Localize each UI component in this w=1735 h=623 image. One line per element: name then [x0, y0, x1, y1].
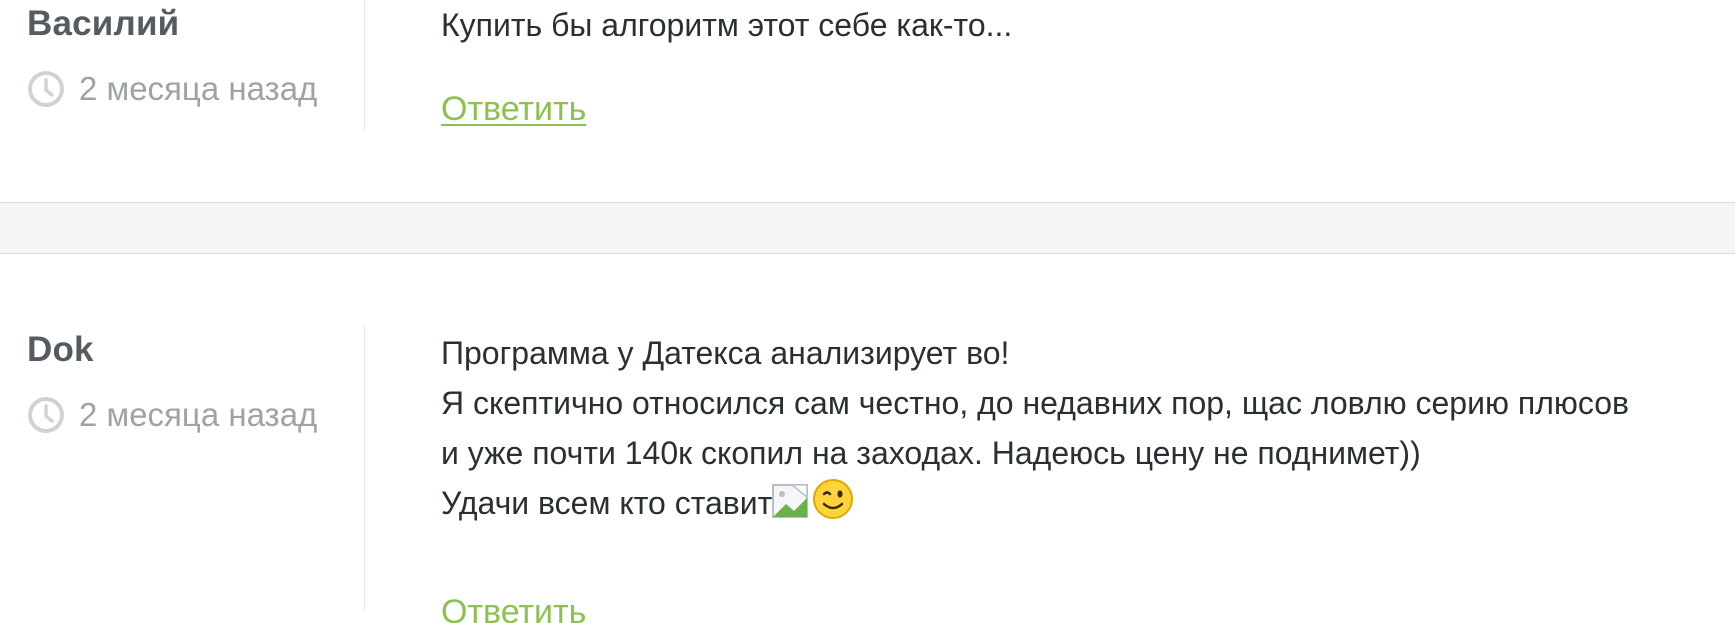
comments-list: Василий 2 месяца назад Купить бы алгорит… — [0, 0, 1735, 623]
clock-icon — [27, 396, 65, 434]
comment-author: Dok — [27, 330, 94, 369]
comment: Dok 2 месяца назад Программа у Датекса а… — [0, 254, 1735, 623]
comment-body: Купить бы алгоритм этот себе как-то... О… — [441, 0, 1731, 128]
comment-text-line: и уже почти 140к скопил на заходах. Наде… — [441, 435, 1421, 471]
comment-text-line: Купить бы алгоритм этот себе как-то... — [441, 7, 1013, 43]
comment: Василий 2 месяца назад Купить бы алгорит… — [0, 0, 1735, 200]
reply-link[interactable]: Ответить — [441, 593, 586, 623]
comment-text-line: Программа у Датекса анализирует во! — [441, 335, 1010, 371]
comment-body: Программа у Датекса анализирует во! Я ск… — [441, 328, 1731, 623]
comment-text-line-with-emoji: Удачи всем кто ставит — [441, 478, 1731, 534]
comment-text: Удачи всем кто ставит — [441, 485, 773, 521]
wink-emoji-icon — [812, 478, 854, 534]
comment-time: 2 месяца назад — [27, 396, 317, 434]
comment-time-text: 2 месяца назад — [79, 396, 318, 433]
reply-link[interactable]: Ответить — [441, 90, 586, 129]
comment-time: 2 месяца назад — [27, 70, 317, 108]
comment-author: Василий — [27, 4, 180, 43]
clock-icon — [27, 70, 65, 108]
comment-time-text: 2 месяца назад — [79, 70, 318, 107]
comment-divider — [364, 326, 365, 611]
broken-image-icon — [772, 484, 812, 534]
comment-separator — [0, 202, 1735, 254]
comment-divider — [364, 0, 365, 130]
comment-text-line: Я скептично относился сам честно, до нед… — [441, 385, 1630, 421]
